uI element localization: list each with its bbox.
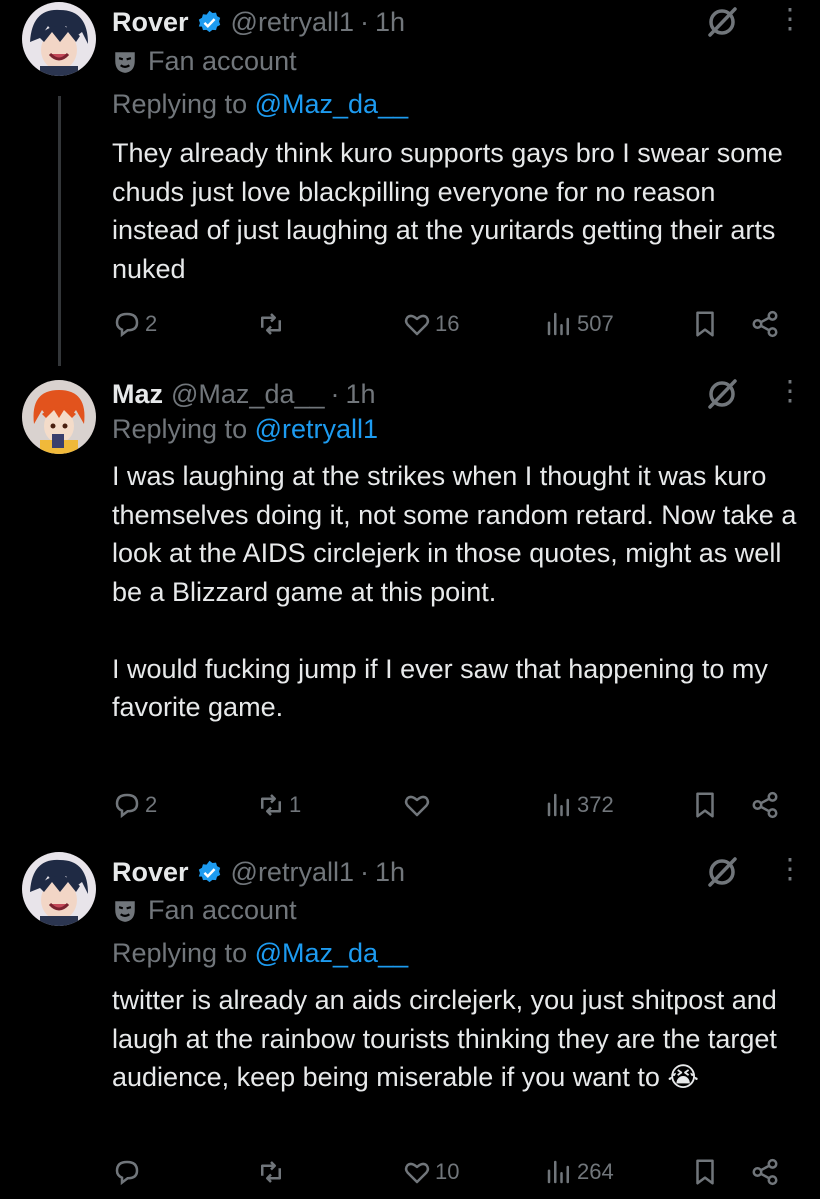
verified-badge-icon [198, 860, 220, 882]
display-name[interactable]: Maz [112, 379, 163, 410]
share-icon [752, 310, 778, 338]
views-count: 507 [577, 311, 614, 336]
handle[interactable]: @retryall1 [231, 857, 354, 888]
views-icon [547, 793, 569, 817]
reply-button[interactable]: 2 [112, 787, 157, 823]
replying-prefix: Replying to [112, 414, 248, 444]
post-text: They already think kuro supports gays br… [112, 138, 791, 284]
bookmark-icon [696, 792, 714, 818]
views-icon [547, 312, 569, 336]
action-bar: 10 264 [112, 1154, 787, 1190]
fan-account-label: Fan account [112, 895, 297, 926]
handle[interactable]: @Maz_da__ [171, 379, 325, 410]
repost-count: 1 [289, 792, 302, 817]
replying-prefix: Replying to [112, 89, 248, 119]
more-icon[interactable]: ⋮ [776, 4, 804, 40]
reply-icon [115, 793, 139, 819]
replying-to-link[interactable]: @Maz_da__ [255, 89, 409, 120]
fan-account-label: Fan account [112, 46, 297, 77]
views-button[interactable]: 372 [544, 787, 614, 823]
replying-to: Replying to @retryall1 [112, 414, 378, 445]
timestamp[interactable]: 1h [375, 7, 405, 38]
more-icon[interactable]: ⋮ [776, 376, 804, 412]
like-count: 16 [435, 311, 460, 336]
fan-account-text: Fan account [148, 895, 297, 925]
mask-icon [115, 900, 135, 922]
reply-button[interactable] [112, 1154, 145, 1190]
separator-dot: · [359, 856, 369, 887]
grok-icon[interactable] [704, 376, 740, 412]
display-name[interactable]: Rover [112, 857, 189, 888]
avatar[interactable] [22, 380, 96, 454]
timestamp[interactable]: 1h [375, 857, 405, 888]
share-button[interactable] [750, 1154, 780, 1190]
like-button[interactable] [402, 787, 435, 823]
display-name[interactable]: Rover [112, 7, 189, 38]
grok-icon[interactable] [704, 4, 740, 40]
more-icon[interactable]: ⋮ [776, 854, 804, 890]
bookmark-button[interactable] [690, 1154, 720, 1190]
handle[interactable]: @retryall1 [231, 7, 354, 38]
verified-badge-icon [198, 10, 220, 32]
share-icon [752, 791, 778, 819]
bookmark-button[interactable] [690, 306, 720, 342]
views-button[interactable]: 507 [544, 306, 614, 342]
views-count: 372 [577, 792, 614, 817]
post-text: I was laughing at the strikes when I tho… [112, 461, 797, 722]
like-count: 10 [435, 1159, 460, 1184]
like-button[interactable]: 10 [402, 1154, 459, 1190]
reply-button[interactable]: 2 [112, 306, 157, 342]
views-button[interactable]: 264 [544, 1154, 614, 1190]
repost-button[interactable] [256, 1154, 289, 1190]
repost-icon [261, 794, 281, 816]
bookmark-icon [696, 311, 714, 337]
avatar[interactable] [22, 852, 96, 926]
reply-icon [115, 312, 139, 338]
replying-to: Replying to @Maz_da__ [112, 938, 408, 969]
reply-count: 2 [145, 792, 158, 817]
heart-icon [404, 1162, 430, 1184]
bookmark-button[interactable] [690, 787, 720, 823]
post-header: Rover @retryall1 · 1h [112, 4, 405, 40]
repost-button[interactable]: 1 [256, 787, 301, 823]
reply-count: 2 [145, 311, 158, 336]
repost-icon [261, 1161, 281, 1183]
post-text: twitter is already an aids circlejerk, y… [112, 985, 785, 1092]
action-bar: 2 16 507 [112, 306, 787, 342]
mask-icon [115, 51, 135, 73]
reply-icon [115, 1160, 139, 1186]
thread-line [58, 96, 61, 366]
share-icon [752, 1158, 778, 1186]
post-header: Maz @Maz_da__ · 1h [112, 376, 376, 412]
like-button[interactable]: 16 [402, 306, 459, 342]
replying-to-link[interactable]: @retryall1 [255, 414, 378, 445]
repost-button[interactable] [256, 306, 289, 342]
post-header: Rover @retryall1 · 1h [112, 854, 405, 890]
heart-icon [404, 314, 430, 336]
separator-dot: · [359, 6, 369, 37]
bookmark-icon [696, 1159, 714, 1185]
timestamp[interactable]: 1h [346, 379, 376, 410]
replying-prefix: Replying to [112, 938, 248, 968]
heart-icon [404, 795, 430, 817]
share-button[interactable] [750, 306, 780, 342]
action-bar: 2 1 372 [112, 787, 787, 823]
repost-icon [261, 313, 281, 335]
share-button[interactable] [750, 787, 780, 823]
views-icon [547, 1160, 569, 1184]
grok-icon[interactable] [704, 854, 740, 890]
replying-to: Replying to @Maz_da__ [112, 89, 408, 120]
views-count: 264 [577, 1159, 614, 1184]
fan-account-text: Fan account [148, 46, 297, 76]
separator-dot: · [330, 378, 340, 409]
avatar[interactable] [22, 2, 96, 76]
replying-to-link[interactable]: @Maz_da__ [255, 938, 409, 969]
